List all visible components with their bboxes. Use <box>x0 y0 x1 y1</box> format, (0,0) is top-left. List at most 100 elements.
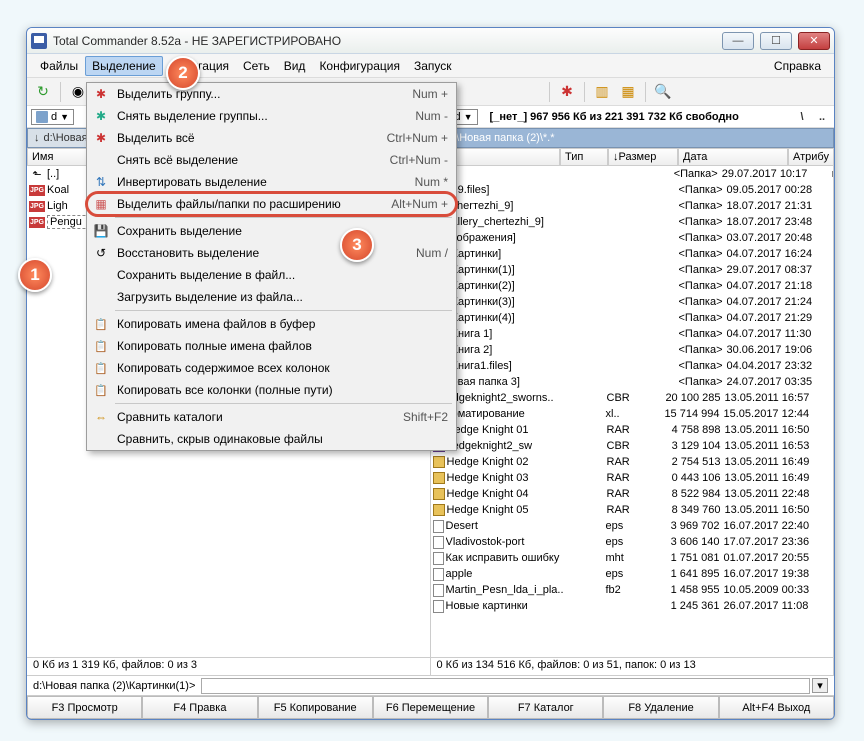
fnkey-f5[interactable]: F5 Копирование <box>258 696 373 719</box>
path-right[interactable]: ↓d:\Новая папка (2)\*.* <box>431 128 835 148</box>
menuitem-инвертировать-выделение[interactable]: ⇅Инвертировать выделениеNum * <box>87 171 456 193</box>
menuitem-выделить-вс-[interactable]: ✱Выделить всёCtrl+Num + <box>87 127 456 149</box>
file-row[interactable]: hedgeknight2_swCBR3 129 10413.05.2011 16… <box>431 438 834 454</box>
file-size: <Папка> <box>657 376 727 388</box>
file-attr: -a-- <box>834 520 835 532</box>
menu-net[interactable]: Сеть <box>236 56 277 76</box>
step-badge-1: 1 <box>18 258 52 292</box>
fnkey-f3[interactable]: F3 Просмотр <box>27 696 142 719</box>
menuitem-сравнить-скрыв-одинаковы[interactable]: Сравнить, скрыв одинаковые файлы <box>87 428 456 450</box>
menuitem-label: Сохранить выделение в файл... <box>117 268 295 282</box>
col-type-right[interactable]: Тип <box>560 148 608 166</box>
step-badge-2: 2 <box>166 56 200 90</box>
menuitem-сохранить-выделение[interactable]: 💾Сохранить выделение <box>87 220 456 242</box>
menuitem-icon: ✱ <box>93 108 109 124</box>
app-title: Total Commander 8.52a - НЕ ЗАРЕГИСТРИРОВ… <box>53 34 341 48</box>
menubar: Файлы Выделение Навигация Сеть Вид Конфи… <box>27 54 834 78</box>
file-date: 13.05.2011 16:53 <box>725 440 835 452</box>
menuitem-загрузить-выделение-из-ф[interactable]: Загрузить выделение из файла... <box>87 286 456 308</box>
cmdline: d:\Новая папка (2)\Картинки(1)> ▾ <box>27 675 834 695</box>
menuitem-копировать-полные-имена-[interactable]: 📋Копировать полные имена файлов <box>87 335 456 357</box>
menu-selection[interactable]: Выделение <box>85 56 163 76</box>
menuitem-icon: ⇅ <box>93 174 109 190</box>
col-attr-right[interactable]: Атрибу <box>788 148 834 166</box>
file-row[interactable]: [allery_chertezhi_9]<Папка>18.07.2017 23… <box>431 214 834 230</box>
cmdline-dropdown[interactable]: ▾ <box>812 678 828 693</box>
file-row[interactable]: Hedge Knight 01RAR4 758 89813.05.2011 16… <box>431 422 834 438</box>
file-row[interactable]: [Картинки(2)]<Папка>04.07.2017 21:18-a-- <box>431 278 834 294</box>
file-row[interactable]: ⬑[..]<Папка>29.07.2017 10:17r--- <box>431 166 834 182</box>
maximize-button[interactable]: ☐ <box>760 32 792 50</box>
file-row[interactable]: [Картинки(3)]<Папка>04.07.2017 21:24---- <box>431 294 834 310</box>
refresh-icon[interactable]: ↻ <box>31 80 55 104</box>
fnkey-altf4[interactable]: Alt+F4 Выход <box>719 696 834 719</box>
menuitem-восстановить-выделение[interactable]: ↺Восстановить выделениеNum / <box>87 242 456 264</box>
fnkey-f7[interactable]: F7 Каталог <box>488 696 603 719</box>
menuitem-сравнить-каталоги[interactable]: ⇔Сравнить каталогиShift+F2 <box>87 406 456 428</box>
file-row[interactable]: [зображения]<Папка>03.07.2017 20:48---- <box>431 230 834 246</box>
file-row[interactable]: Deserteps3 969 70216.07.2017 22:40-a-- <box>431 518 834 534</box>
file-row[interactable]: Vladivostok-porteps3 606 14017.07.2017 2… <box>431 534 834 550</box>
edit2-icon[interactable]: ▦ <box>616 80 640 104</box>
file-size: <Папка> <box>657 216 727 228</box>
menuitem-shortcut: Num / <box>416 246 448 260</box>
file-row[interactable]: appleeps1 641 89516.07.2017 19:38-a-- <box>431 566 834 582</box>
file-type: mht <box>606 552 654 564</box>
menuitem-выделить-группу-[interactable]: ✱Выделить группу...Num + <box>87 83 456 105</box>
menuitem-копировать-содержимое-вс[interactable]: 📋Копировать содержимое всех колонок <box>87 357 456 379</box>
menuitem-снять-вс-выделение[interactable]: Снять всё выделениеCtrl+Num - <box>87 149 456 171</box>
file-row[interactable]: Hedge Knight 04RAR8 522 98413.05.2011 22… <box>431 486 834 502</box>
file-type: RAR <box>607 424 655 436</box>
menuitem-сохранить-выделение-в-фа[interactable]: Сохранить выделение в файл... <box>87 264 456 286</box>
cmdline-input[interactable] <box>201 678 810 694</box>
menu-help[interactable]: Справка <box>767 56 828 76</box>
file-row[interactable]: edgeknight2_sworns..CBR20 100 28513.05.2… <box>431 390 834 406</box>
menu-start[interactable]: Запуск <box>407 56 459 76</box>
fil-icon <box>433 583 444 597</box>
menuitem-копировать-все-колонки-п[interactable]: 📋Копировать все колонки (полные пути) <box>87 379 456 401</box>
file-row[interactable]: [cherтezhi_9]<Папка>18.07.2017 21:31---- <box>431 198 834 214</box>
file-attr: -a-- <box>834 552 835 564</box>
nav-root[interactable]: \ <box>794 111 810 123</box>
file-row[interactable]: Новые картинки1 245 36126.07.2017 11:08-… <box>431 598 834 614</box>
file-row[interactable]: Martin_Pesn_lda_i_pla..fb21 458 95510.05… <box>431 582 834 598</box>
menuitem-выделить-файлы-папки-по-[interactable]: ▦Выделить файлы/папки по расширениюAlt+N… <box>87 193 456 215</box>
panel-right[interactable]: ⬑[..]<Папка>29.07.2017 10:17r---[99.file… <box>431 166 835 657</box>
file-row[interactable]: [Картинки(4)]<Папка>04.07.2017 21:29---- <box>431 310 834 326</box>
file-date: 13.05.2011 16:49 <box>725 456 835 468</box>
file-type: RAR <box>607 504 655 516</box>
file-row[interactable]: [Картинки]<Папка>04.07.2017 16:24---- <box>431 246 834 262</box>
col-date-right[interactable]: Дата <box>678 148 788 166</box>
file-row[interactable]: [Книга 1]<Папка>04.07.2017 11:30---- <box>431 326 834 342</box>
menu-view[interactable]: Вид <box>277 56 313 76</box>
file-row[interactable]: Hedge Knight 05RAR8 349 76013.05.2011 16… <box>431 502 834 518</box>
star2-red-icon[interactable]: ✱ <box>555 80 579 104</box>
menuitem-копировать-имена-файлов-[interactable]: 📋Копировать имена файлов в буфер <box>87 313 456 335</box>
file-row[interactable]: [Книга 2]<Папка>30.06.2017 19:06---- <box>431 342 834 358</box>
col-size-right[interactable]: ↓Размер <box>608 148 678 166</box>
close-button[interactable]: ✕ <box>798 32 830 50</box>
file-date: 13.05.2011 16:57 <box>725 392 835 404</box>
minimize-button[interactable]: — <box>722 32 754 50</box>
file-row[interactable]: Hedge Knight 03RAR0 443 10613.05.2011 16… <box>431 470 834 486</box>
file-row[interactable]: орматированиеxl..15 714 99415.05.2017 12… <box>431 406 834 422</box>
fnkey-f4[interactable]: F4 Правка <box>142 696 257 719</box>
file-row[interactable]: Как исправить ошибкуmht1 751 08101.07.20… <box>431 550 834 566</box>
search-icon[interactable]: 🔍 <box>651 80 675 104</box>
file-row[interactable]: [овая папка 3]<Папка>24.07.2017 03:35---… <box>431 374 834 390</box>
menuitem-снять-выделение-группы-[interactable]: ✱Снять выделение группы...Num - <box>87 105 456 127</box>
file-row[interactable]: [Книга1.files]<Папка>04.04.2017 23:32---… <box>431 358 834 374</box>
edit1-icon[interactable]: ▥ <box>590 80 614 104</box>
menu-files[interactable]: Файлы <box>33 56 85 76</box>
drive-select-left[interactable]: d▼ <box>31 109 74 125</box>
file-row[interactable]: [99.files]<Папка>09.05.2017 00:28---- <box>431 182 834 198</box>
fil-icon <box>433 519 444 533</box>
menu-config[interactable]: Конфигурация <box>312 56 407 76</box>
fnkey-f6[interactable]: F6 Перемещение <box>373 696 488 719</box>
file-name: Hedge Knight 05 <box>447 504 607 516</box>
menuitem-label: Копировать полные имена файлов <box>117 339 312 353</box>
file-row[interactable]: Hedge Knight 02RAR2 754 51313.05.2011 16… <box>431 454 834 470</box>
fnkey-f8[interactable]: F8 Удаление <box>603 696 718 719</box>
nav-up[interactable]: .. <box>814 111 830 123</box>
file-row[interactable]: [Картинки(1)]<Папка>29.07.2017 08:37---- <box>431 262 834 278</box>
